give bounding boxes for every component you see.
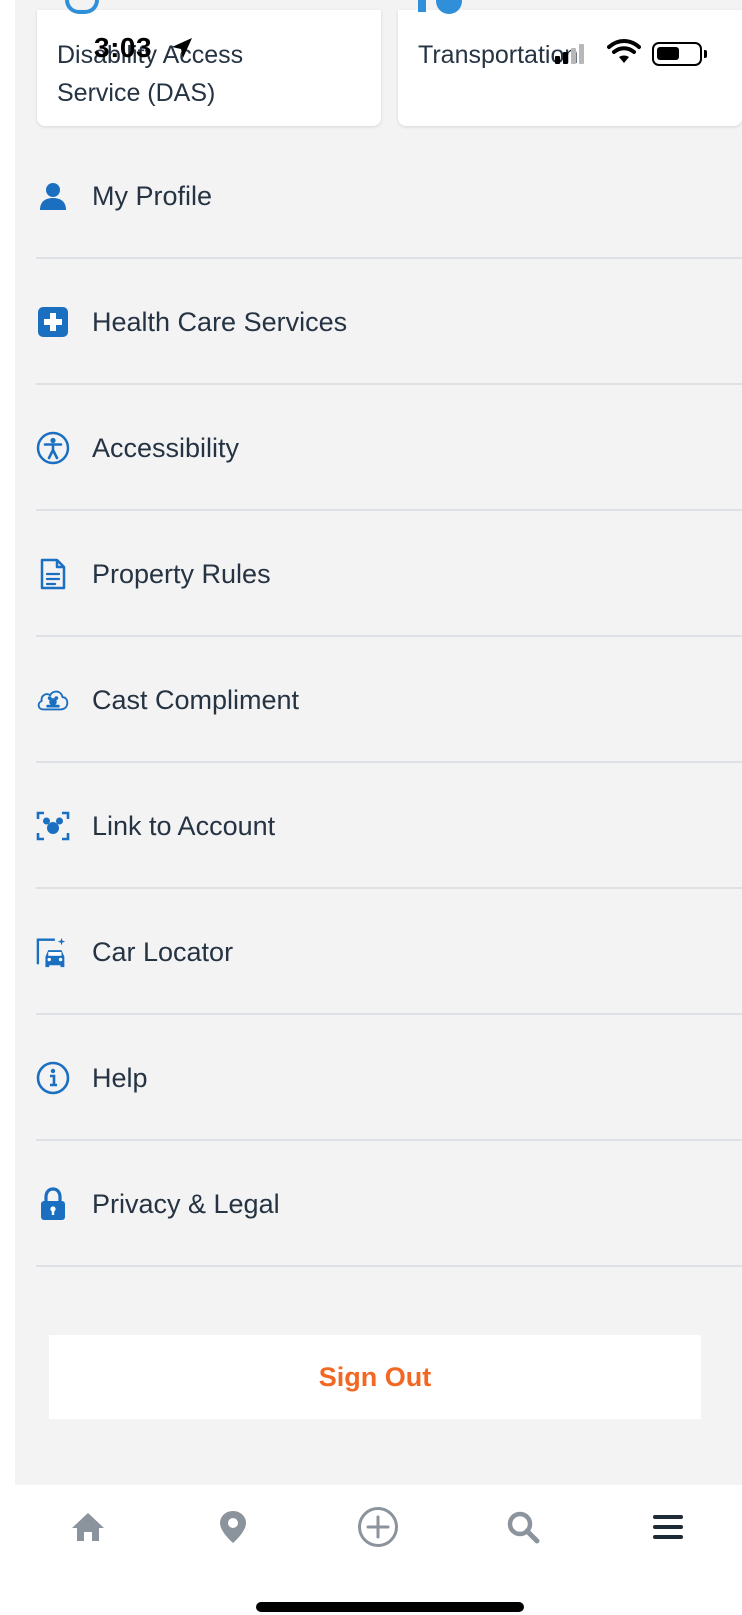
menu-item-privacy-legal[interactable]: Privacy & Legal	[15, 1141, 742, 1267]
transportation-card[interactable]: Transportation	[398, 0, 742, 126]
map-pin-icon	[218, 1509, 248, 1550]
document-icon	[36, 557, 70, 591]
menu-item-label: Privacy & Legal	[92, 1188, 280, 1219]
menu-item-label: Accessibility	[92, 432, 240, 463]
menu-item-label: Link to Account	[92, 810, 276, 841]
cellular-signal-icon	[555, 42, 584, 64]
battery-icon	[652, 42, 707, 66]
menu-item-label: Car Locator	[92, 936, 234, 967]
person-icon	[36, 179, 70, 213]
location-arrow-icon	[170, 36, 194, 65]
menu-item-cast-compliment[interactable]: Cast Compliment	[15, 637, 742, 763]
tab-add[interactable]	[348, 1499, 408, 1559]
das-card-icon	[65, 0, 99, 14]
info-icon	[36, 1061, 70, 1095]
medical-cross-icon	[36, 305, 70, 339]
transportation-icon-part	[418, 0, 426, 12]
menu-item-car-locator[interactable]: Car Locator	[15, 889, 742, 1015]
mickey-scan-icon	[36, 809, 70, 843]
home-icon	[70, 1510, 106, 1549]
tab-map[interactable]	[203, 1499, 263, 1559]
menu-icon	[652, 1513, 684, 1546]
menu-content: Disability Access Service (DAS) Transpor…	[15, 0, 742, 1485]
home-indicator[interactable]	[256, 1602, 524, 1612]
tab-menu[interactable]	[638, 1499, 698, 1559]
search-icon	[505, 1509, 541, 1550]
transportation-icon	[436, 0, 462, 14]
car-locator-icon	[36, 935, 70, 969]
menu-item-label: Help	[92, 1062, 148, 1093]
menu-item-label: Cast Compliment	[92, 684, 300, 715]
wifi-icon	[607, 38, 641, 69]
menu-list: My Profile Health Care Services Accessib…	[15, 133, 742, 1267]
menu-item-property-rules[interactable]: Property Rules	[15, 511, 742, 637]
screen: Disability Access Service (DAS) Transpor…	[0, 0, 742, 1615]
tab-home[interactable]	[58, 1499, 118, 1559]
tab-search[interactable]	[493, 1499, 553, 1559]
menu-item-link-to-account[interactable]: Link to Account	[15, 763, 742, 889]
accessibility-icon	[36, 431, 70, 465]
menu-item-accessibility[interactable]: Accessibility	[15, 385, 742, 511]
menu-item-label: Property Rules	[92, 558, 271, 589]
menu-item-my-profile[interactable]: My Profile	[15, 133, 742, 259]
das-card[interactable]: Disability Access Service (DAS)	[37, 0, 381, 126]
sign-out-button[interactable]: Sign Out	[49, 1335, 701, 1419]
lock-icon	[36, 1187, 70, 1221]
menu-item-label: My Profile	[92, 180, 213, 211]
menu-item-health-care-services[interactable]: Health Care Services	[15, 259, 742, 385]
status-time: 3:03	[94, 32, 153, 63]
menu-item-help[interactable]: Help	[15, 1015, 742, 1141]
menu-item-label: Health Care Services	[92, 306, 348, 337]
bottom-tab-bar	[15, 1485, 742, 1573]
cast-compliment-icon	[36, 683, 70, 717]
add-circle-icon	[357, 1506, 399, 1553]
